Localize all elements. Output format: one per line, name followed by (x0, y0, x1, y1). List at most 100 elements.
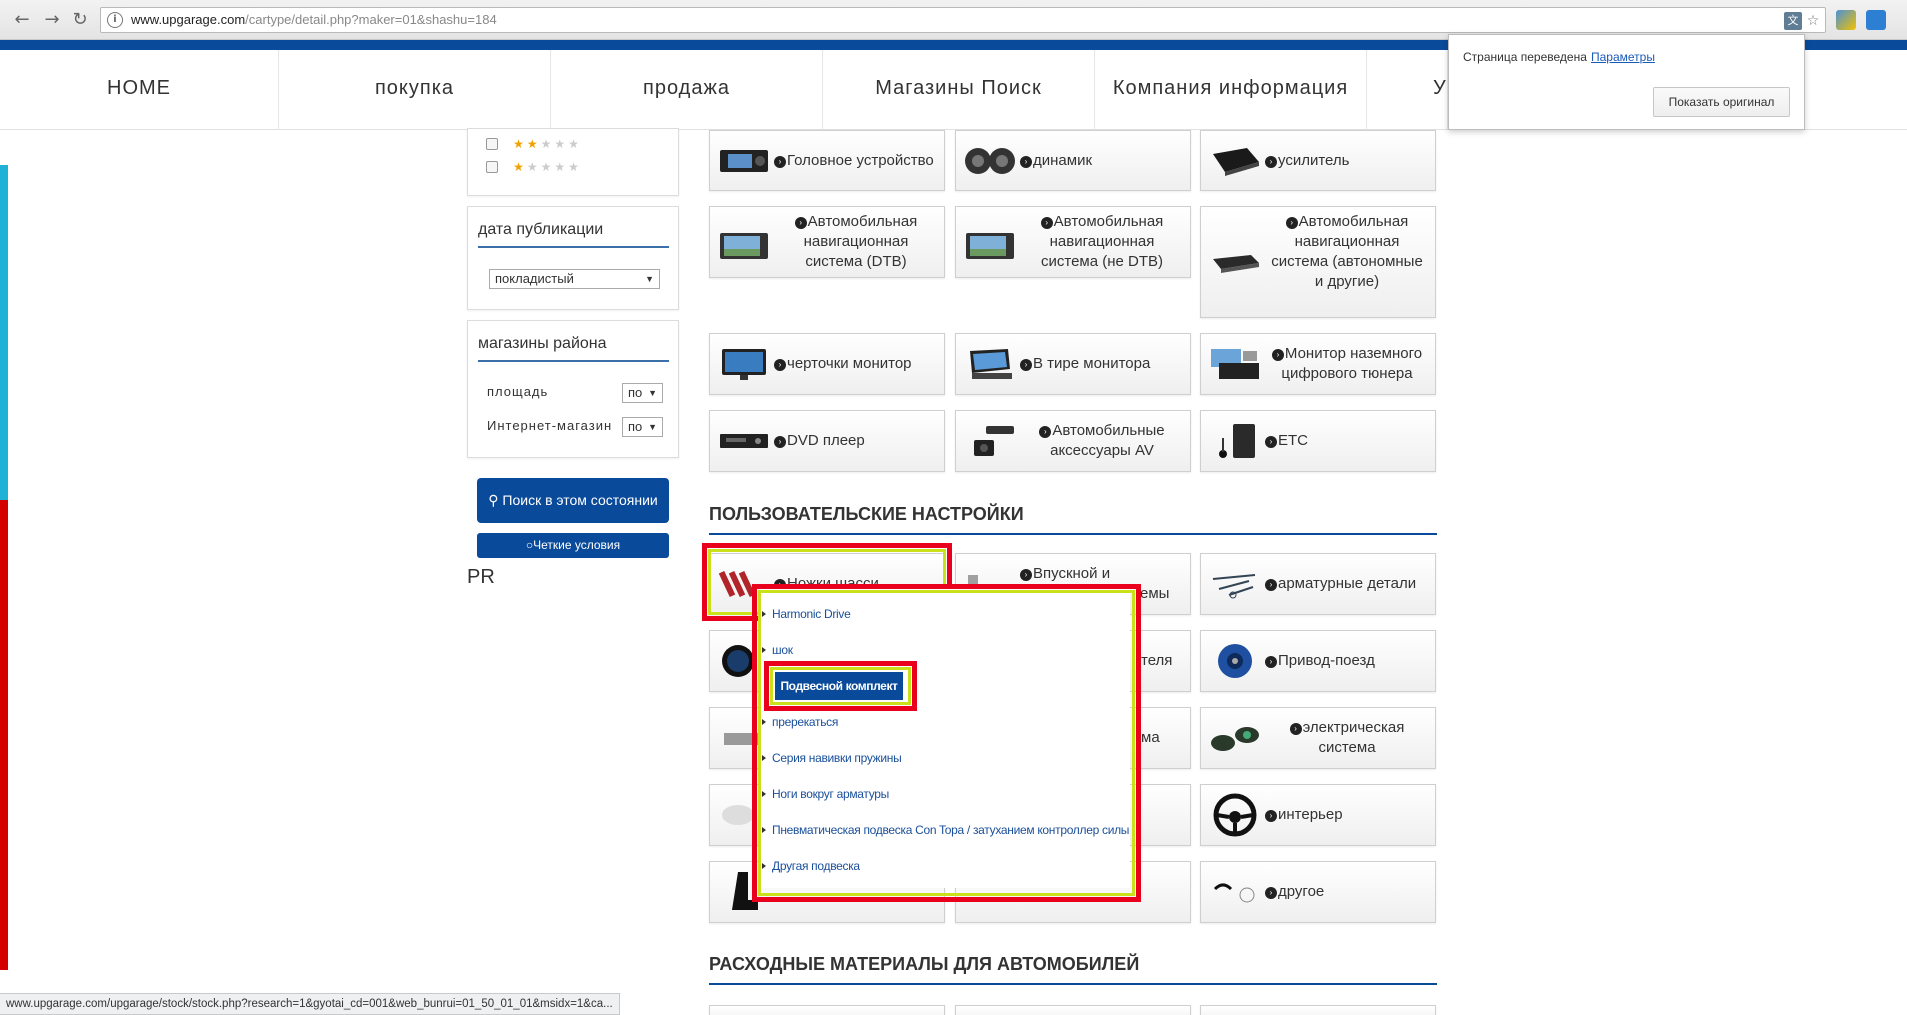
online-shop-select[interactable]: по ▼ (622, 417, 663, 437)
category-tile[interactable] (955, 1005, 1191, 1015)
navigation-thumb (966, 233, 1014, 259)
translate-popup: Страница переведена Параметры Показать о… (1448, 34, 1805, 130)
electrical-thumb (1211, 727, 1259, 751)
online-shop-label: Интернет-магазин (487, 418, 613, 433)
area-select[interactable]: по ▼ (622, 383, 663, 403)
arrow-right-icon: › (1020, 569, 1032, 581)
category-tile[interactable]: › динамик (955, 130, 1191, 191)
arrow-right-icon: › (1020, 156, 1032, 168)
category-tile[interactable]: › Автомобильная навигационная система (DT… (709, 206, 945, 278)
arrow-right-icon: › (1265, 656, 1277, 668)
category-label: › Автомобильная навигационная система (не… (1040, 213, 1164, 270)
head-unit-thumb (720, 150, 768, 172)
star-rating-icon: ★★★★★ (513, 136, 582, 151)
dropdown-item-active[interactable]: Подвесной комплект (775, 672, 903, 700)
category-tile[interactable]: › DVD плеер (709, 410, 945, 472)
pub-date-box: дата публикации покладистый ▼ (467, 206, 679, 310)
etc-unit-thumb (1219, 424, 1255, 458)
category-label: › усилитель (1265, 151, 1429, 171)
search-icon: ⚲ (488, 492, 499, 508)
category-label: › Автомобильные аксессуары AV (1020, 421, 1184, 461)
category-label: › Автомобильная навигационная система (DT… (774, 212, 938, 272)
pub-date-title: дата публикации (478, 221, 669, 248)
reload-icon[interactable]: ↻ (68, 8, 92, 32)
search-with-conditions-button[interactable]: ⚲ Поиск в этом состоянии (477, 478, 669, 523)
arrow-right-icon: › (1265, 887, 1277, 899)
area-shops-title: магазины района (478, 335, 669, 362)
arrow-right-icon: › (1271, 349, 1284, 361)
category-label: › ETC (1265, 431, 1429, 451)
arrow-right-icon: › (774, 359, 786, 371)
category-label: › черточки монитор (774, 354, 938, 374)
nav-company-info[interactable]: Компания информация (1095, 50, 1367, 130)
extension-icon[interactable] (1866, 10, 1886, 30)
status-bar-url: www.upgarage.com/upgarage/stock/stock.ph… (0, 993, 620, 1015)
category-label: › электрическая система (1265, 718, 1429, 758)
category-label: › Автомобильная навигационная система (ав… (1271, 213, 1423, 290)
address-bar[interactable]: i www.upgarage.com/cartype/detail.php?ma… (100, 7, 1826, 33)
category-tile[interactable]: › Головное устройство (709, 130, 945, 191)
steering-wheel-thumb (1213, 793, 1257, 837)
custom-section-title: ПОЛЬЗОВАТЕЛЬСКИЕ НАСТРОЙКИ (709, 504, 1437, 535)
area-shops-box: магазины района площадь по ▼ Интернет-маг… (467, 320, 679, 458)
area-label: площадь (487, 384, 549, 399)
highlight-frame (758, 590, 1135, 896)
clear-conditions-button[interactable]: ○Четкие условия (477, 533, 669, 558)
category-tile[interactable]: › Автомобильные аксессуары AV (955, 410, 1191, 472)
category-tile[interactable]: › арматурные детали (1200, 553, 1436, 615)
category-tile[interactable]: › другое (1200, 861, 1436, 923)
arrow-right-icon: › (1285, 217, 1298, 229)
bookmark-star-icon[interactable]: ☆ (1804, 12, 1822, 30)
nav-home[interactable]: HOME (0, 50, 279, 130)
info-icon[interactable]: i (107, 12, 123, 28)
extension-icon[interactable] (1836, 10, 1856, 30)
nav-shop-search[interactable]: Магазины Поиск (823, 50, 1095, 130)
category-tile[interactable]: › черточки монитор (709, 333, 945, 395)
category-tile[interactable]: › Привод-поезд (1200, 630, 1436, 692)
category-tile[interactable]: › Автомобильная навигационная система (ав… (1200, 206, 1436, 318)
arrow-right-icon: › (1265, 436, 1277, 448)
show-original-button[interactable]: Показать оригинал (1653, 87, 1790, 117)
dash-monitor-thumb (722, 349, 766, 380)
av-accessories-thumb (974, 426, 1014, 456)
category-tile[interactable]: › ETC (1200, 410, 1436, 472)
category-tile[interactable]: › Автомобильная навигационная система (не… (955, 206, 1191, 278)
arrow-right-icon: › (794, 217, 807, 229)
back-icon[interactable]: ← (10, 8, 34, 32)
category-label: › арматурные детали (1265, 574, 1429, 594)
category-label: › Привод-поезд (1265, 651, 1429, 671)
nav-more[interactable]: Ут (1367, 50, 1448, 130)
clutch-thumb (1218, 644, 1252, 678)
category-tile[interactable]: › В тире монитора (955, 333, 1191, 395)
consumables-section-title: РАСХОДНЫЕ МАТЕРИАЛЫ ДЛЯ АВТОМОБИЛЕЙ (709, 954, 1437, 985)
translate-icon[interactable]: 文 (1784, 12, 1802, 30)
category-tile[interactable]: › электрическая система (1200, 707, 1436, 769)
category-label: › интерьер (1265, 805, 1429, 825)
category-label: › Монитор наземного цифрового тюнера (1265, 344, 1429, 384)
category-label: › другое (1265, 882, 1429, 902)
translate-options-link[interactable]: Параметры (1591, 50, 1655, 64)
category-label: › В тире монитора (1020, 354, 1184, 374)
rating-checkbox[interactable] (486, 137, 498, 150)
digital-tuner-thumb (1211, 349, 1259, 379)
address-url[interactable]: www.upgarage.com/cartype/detail.php?make… (131, 12, 497, 27)
navigation-thumb (720, 233, 768, 259)
category-label: теля (1141, 652, 1173, 669)
category-tile[interactable] (709, 1005, 945, 1015)
arrow-right-icon: › (1265, 810, 1277, 822)
forward-icon[interactable]: → (40, 8, 64, 32)
pub-date-select[interactable]: покладистый ▼ (489, 269, 660, 289)
rating-row: ★★★★★ (486, 156, 582, 174)
category-tile[interactable]: › интерьер (1200, 784, 1436, 846)
category-tile[interactable] (1200, 1005, 1436, 1015)
dropdown-arrow-icon: ▼ (648, 422, 657, 432)
rating-checkbox[interactable] (486, 160, 498, 173)
left-decorative-strip-red (0, 500, 8, 970)
nav-purchase[interactable]: покупка (279, 50, 551, 130)
nav-sell[interactable]: продажа (551, 50, 823, 130)
navigation-unit-thumb (1213, 255, 1259, 273)
category-tile[interactable]: › Монитор наземного цифрового тюнера (1200, 333, 1436, 395)
translate-message: Страница переведена (1463, 50, 1587, 64)
rating-filter-box: ★★★★★ ★★★★★ (467, 128, 679, 196)
category-tile[interactable]: › усилитель (1200, 130, 1436, 191)
